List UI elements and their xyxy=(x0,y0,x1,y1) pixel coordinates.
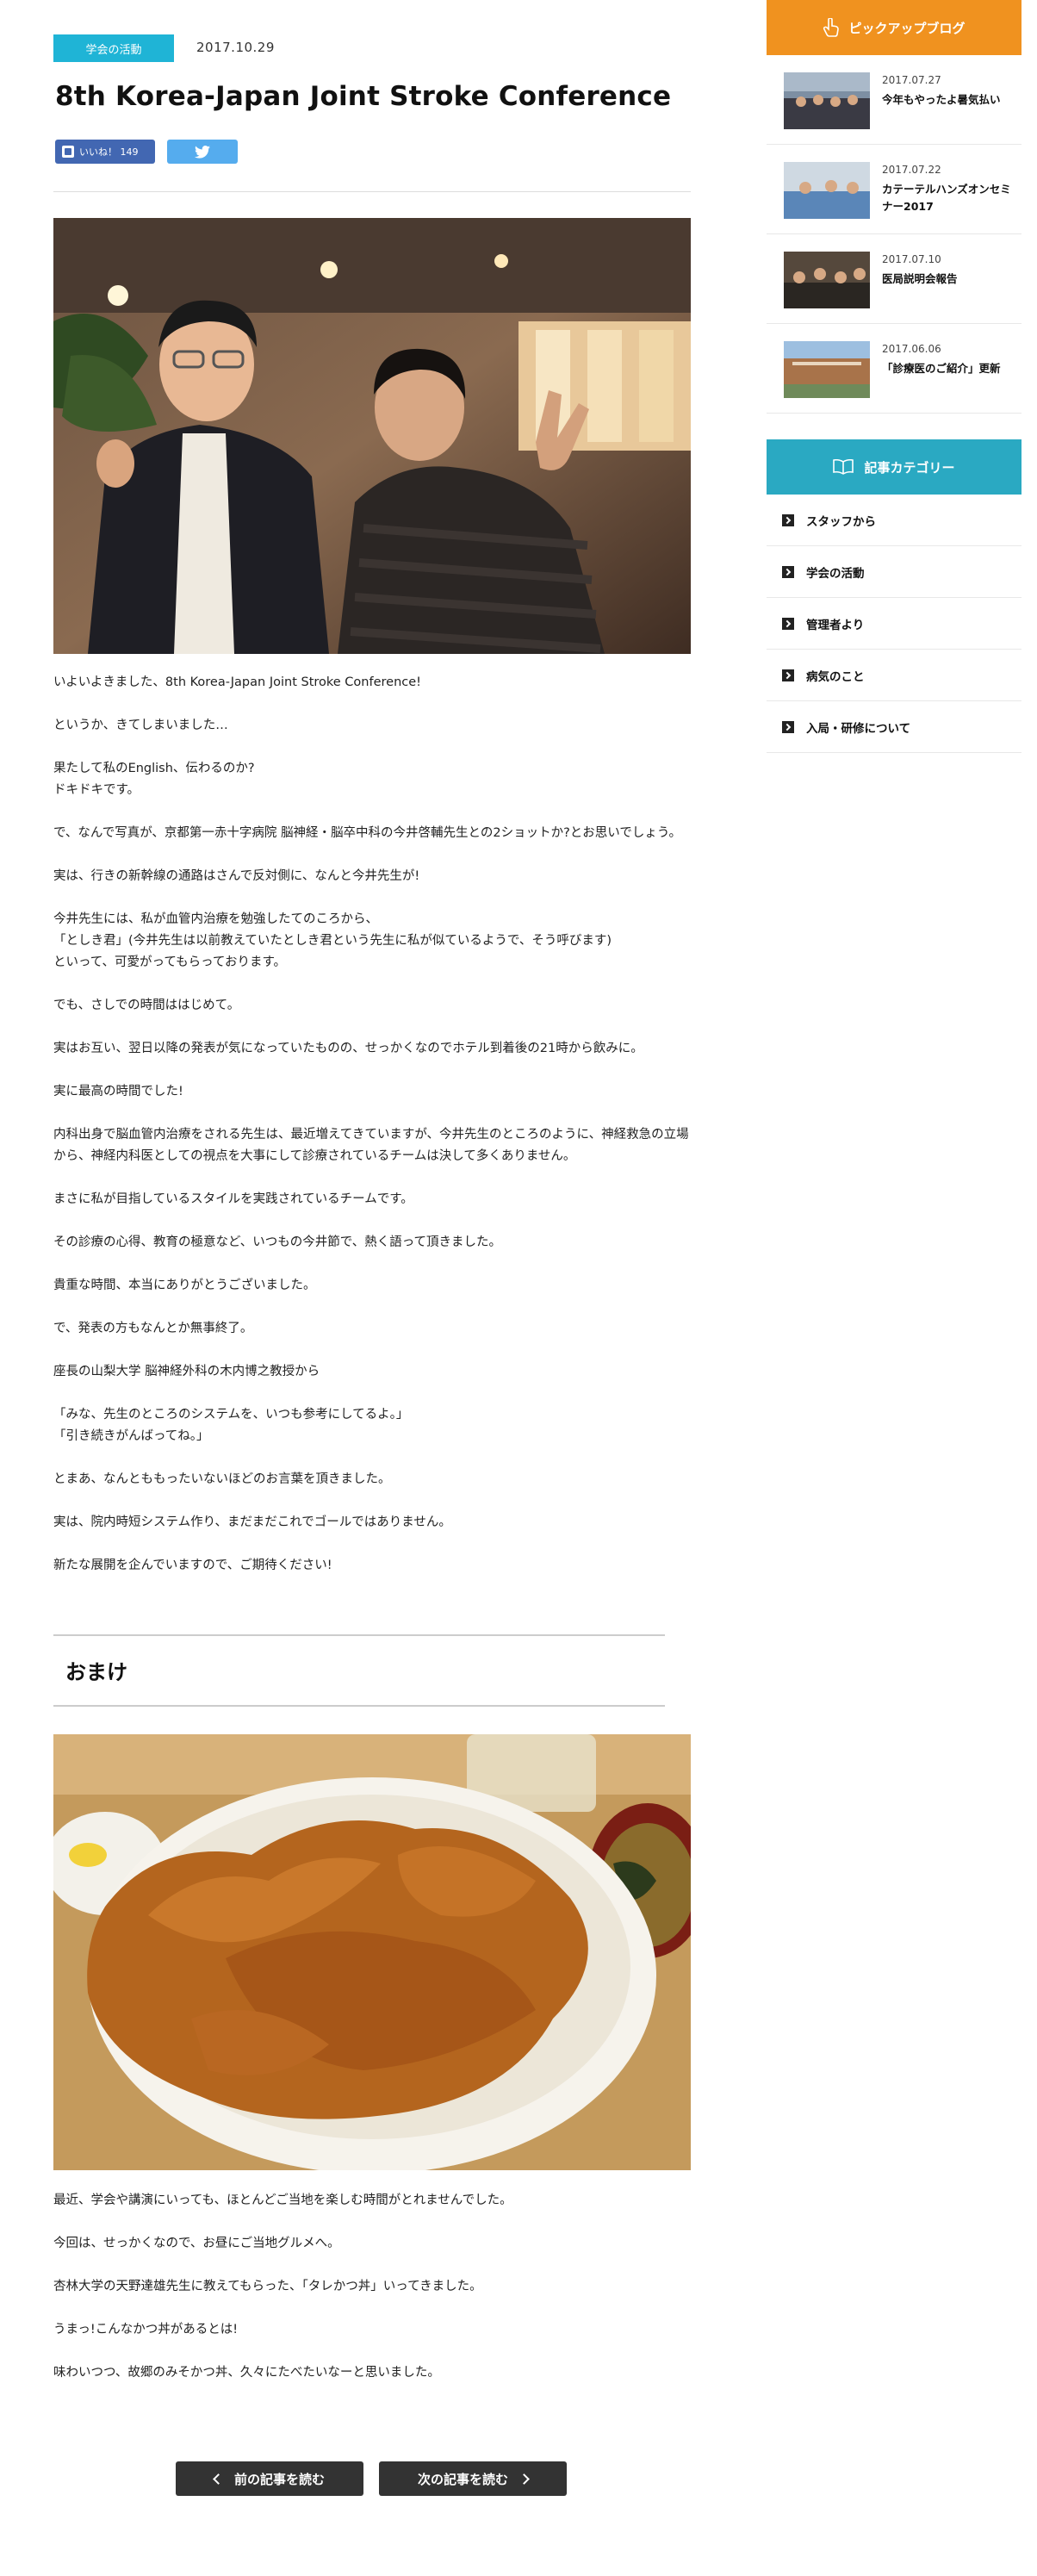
article-paragraph: 内科出身で脳血管内治療をされる先生は、最近増えてきていますが、今井先生のところの… xyxy=(53,1128,689,1163)
article-paragraph: というか、きてしまいました… xyxy=(53,719,228,732)
pickup-date: 2017.07.10 xyxy=(882,253,941,265)
post-date: 2017.10.29 xyxy=(196,40,275,55)
next-post-label: 次の記事を読む xyxy=(417,2471,508,2487)
article-paragraph: とまあ、なんとももったいないほどのお言葉を頂きました。 xyxy=(53,1472,391,1486)
post-meta: 学会の活動 2017.10.29 xyxy=(53,34,691,62)
pickup-title: 今年もやったよ暑気払い xyxy=(882,93,1001,106)
prev-post-button[interactable]: 前の記事を読む xyxy=(176,2461,363,2496)
arrow-right-icon xyxy=(782,513,794,526)
pickup-item[interactable]: 2017.07.10 医局説明会報告 xyxy=(767,234,1021,324)
article-category-heading: 記事カテゴリー xyxy=(767,439,1021,495)
article-paragraph: 果たして私のEnglish、伝わるのか? ドキドキです。 xyxy=(53,762,255,797)
category-badge[interactable]: 学会の活動 xyxy=(53,34,174,62)
category-label: 学会の活動 xyxy=(806,566,865,581)
article-paragraph: 最近、学会や講演にいっても、ほとんどご当地を楽しむ時間がとれませんでした。 xyxy=(53,2193,512,2207)
article-paragraph: 今井先生には、私が血管内治療を勉強したてのころから、 「としき君」(今井先生は以… xyxy=(53,912,612,969)
open-book-icon xyxy=(833,459,854,475)
pickup-title: カテーテルハンズオンセミナー2017 xyxy=(882,183,1011,213)
category-label: 入局・研修について xyxy=(806,721,911,736)
article-paragraph: 今回は、せっかくなので、お昼にご当地グルメへ。 xyxy=(53,2237,340,2250)
category-label: 病気のこと xyxy=(806,669,865,684)
chevron-left-icon xyxy=(213,2473,224,2485)
pickup-item[interactable]: 2017.06.06 「診療医のご紹介」更新 xyxy=(767,324,1021,414)
omake-body: 最近、学会や講演にいっても、ほとんどご当地を楽しむ時間がとれませんでした。 今回… xyxy=(53,2190,691,2405)
category-label: スタッフから xyxy=(806,514,876,529)
article-paragraph: 座長の山梨大学 脳神経外科の木内博之教授から xyxy=(53,1365,320,1378)
post-photo-katsudon xyxy=(53,1734,691,2170)
thumbs-up-icon xyxy=(62,146,74,158)
article-paragraph: 実は、院内時短システム作り、まだまだこれでゴールではありません。 xyxy=(53,1515,451,1529)
article-paragraph: 杏林大学の天野達雄先生に教えてもらった、「タレかつ丼」いってきました。 xyxy=(53,2280,482,2293)
arrow-right-icon xyxy=(782,617,794,630)
pickup-thumbnail xyxy=(784,162,870,219)
pickup-date: 2017.07.27 xyxy=(882,74,941,86)
facebook-like-button[interactable]: いいね！ 149 xyxy=(55,140,155,164)
pickup-title: 医局説明会報告 xyxy=(882,272,958,285)
next-post-button[interactable]: 次の記事を読む xyxy=(379,2461,567,2496)
category-link[interactable]: 学会の活動 xyxy=(767,546,1021,598)
tweet-button[interactable] xyxy=(167,140,238,164)
article-paragraph: 実に最高の時間でした! xyxy=(53,1085,183,1098)
pointing-hand-icon xyxy=(823,18,840,37)
like-count-label: いいね！ 149 xyxy=(79,146,139,158)
article-paragraph: うまっ!こんなかつ丼があるとは! xyxy=(53,2323,239,2336)
article-paragraph: まさに私が目指しているスタイルを実践されているチームです。 xyxy=(53,1192,413,1206)
chevron-right-icon xyxy=(518,2473,530,2485)
article-paragraph: 新たな展開を企んでいますので、ご期待ください! xyxy=(53,1559,332,1572)
divider xyxy=(53,191,691,192)
article-paragraph: 味わいつつ、故郷のみそかつ丼、久々にたべたいなーと思いました。 xyxy=(53,2366,440,2380)
pickup-heading-label: ピックアップブログ xyxy=(848,20,966,36)
pickup-thumbnail xyxy=(784,252,870,308)
category-label: 管理者より xyxy=(806,618,865,632)
pickup-thumbnail xyxy=(784,341,870,398)
pickup-item[interactable]: 2017.07.27 今年もやったよ暑気払い xyxy=(767,55,1021,145)
omake-heading: おまけ xyxy=(65,1660,127,1684)
article-paragraph: で、発表の方もなんとか無事終了。 xyxy=(53,1322,253,1335)
post-photo-two-doctors xyxy=(53,218,691,654)
prev-post-label: 前の記事を読む xyxy=(233,2471,325,2487)
article-paragraph: で、なんで写真が、京都第一赤十字病院 脳神経・脳卒中科の今井啓輔先生との2ショッ… xyxy=(53,826,681,840)
article-paragraph: その診療の心得、教育の極意など、いつもの今井節で、熱く語って頂きました。 xyxy=(53,1235,501,1249)
pickup-blog-heading: ピックアップブログ xyxy=(767,0,1021,55)
arrow-right-icon xyxy=(782,720,794,733)
category-link[interactable]: 入局・研修について xyxy=(767,701,1021,753)
pickup-thumbnail xyxy=(784,72,870,129)
article-paragraph: 貴重な時間、本当にありがとうございました。 xyxy=(53,1279,316,1292)
post-pager: 前の記事を読む 次の記事を読む xyxy=(176,2461,572,2496)
arrow-right-icon xyxy=(782,565,794,578)
pickup-date: 2017.07.22 xyxy=(882,164,941,176)
article-body: いよいよきました、8th Korea-Japan Joint Stroke Co… xyxy=(53,672,691,1598)
pickup-date: 2017.06.06 xyxy=(882,343,941,355)
pickup-title: 「診療医のご紹介」更新 xyxy=(882,362,1001,375)
arrow-right-icon xyxy=(782,669,794,681)
omake-section-heading: おまけ xyxy=(53,1634,665,1707)
article-paragraph: 「みな、先生のところのシステムを、いつも参考にしてるよ。」 「引き続きがんばって… xyxy=(53,1408,409,1443)
article-paragraph: 実は、行きの新幹線の通路はさんで反対側に、なんと今井先生が! xyxy=(53,869,420,883)
page-title: 8th Korea-Japan Joint Stroke Conference xyxy=(55,81,672,112)
article-paragraph: でも、さしでの時間ははじめて。 xyxy=(53,999,240,1012)
article-paragraph: いよいよきました、8th Korea-Japan Joint Stroke Co… xyxy=(53,675,421,689)
category-link[interactable]: 病気のこと xyxy=(767,650,1021,701)
category-link[interactable]: 管理者より xyxy=(767,598,1021,650)
pickup-item[interactable]: 2017.07.22 カテーテルハンズオンセミナー2017 xyxy=(767,145,1021,234)
category-link[interactable]: スタッフから xyxy=(767,495,1021,546)
twitter-bird-icon xyxy=(195,145,210,159)
article-paragraph: 実はお互い、翌日以降の発表が気になっていたものの、せっかくなのでホテル到着後の2… xyxy=(53,1042,643,1055)
category-heading-label: 記事カテゴリー xyxy=(864,459,955,476)
